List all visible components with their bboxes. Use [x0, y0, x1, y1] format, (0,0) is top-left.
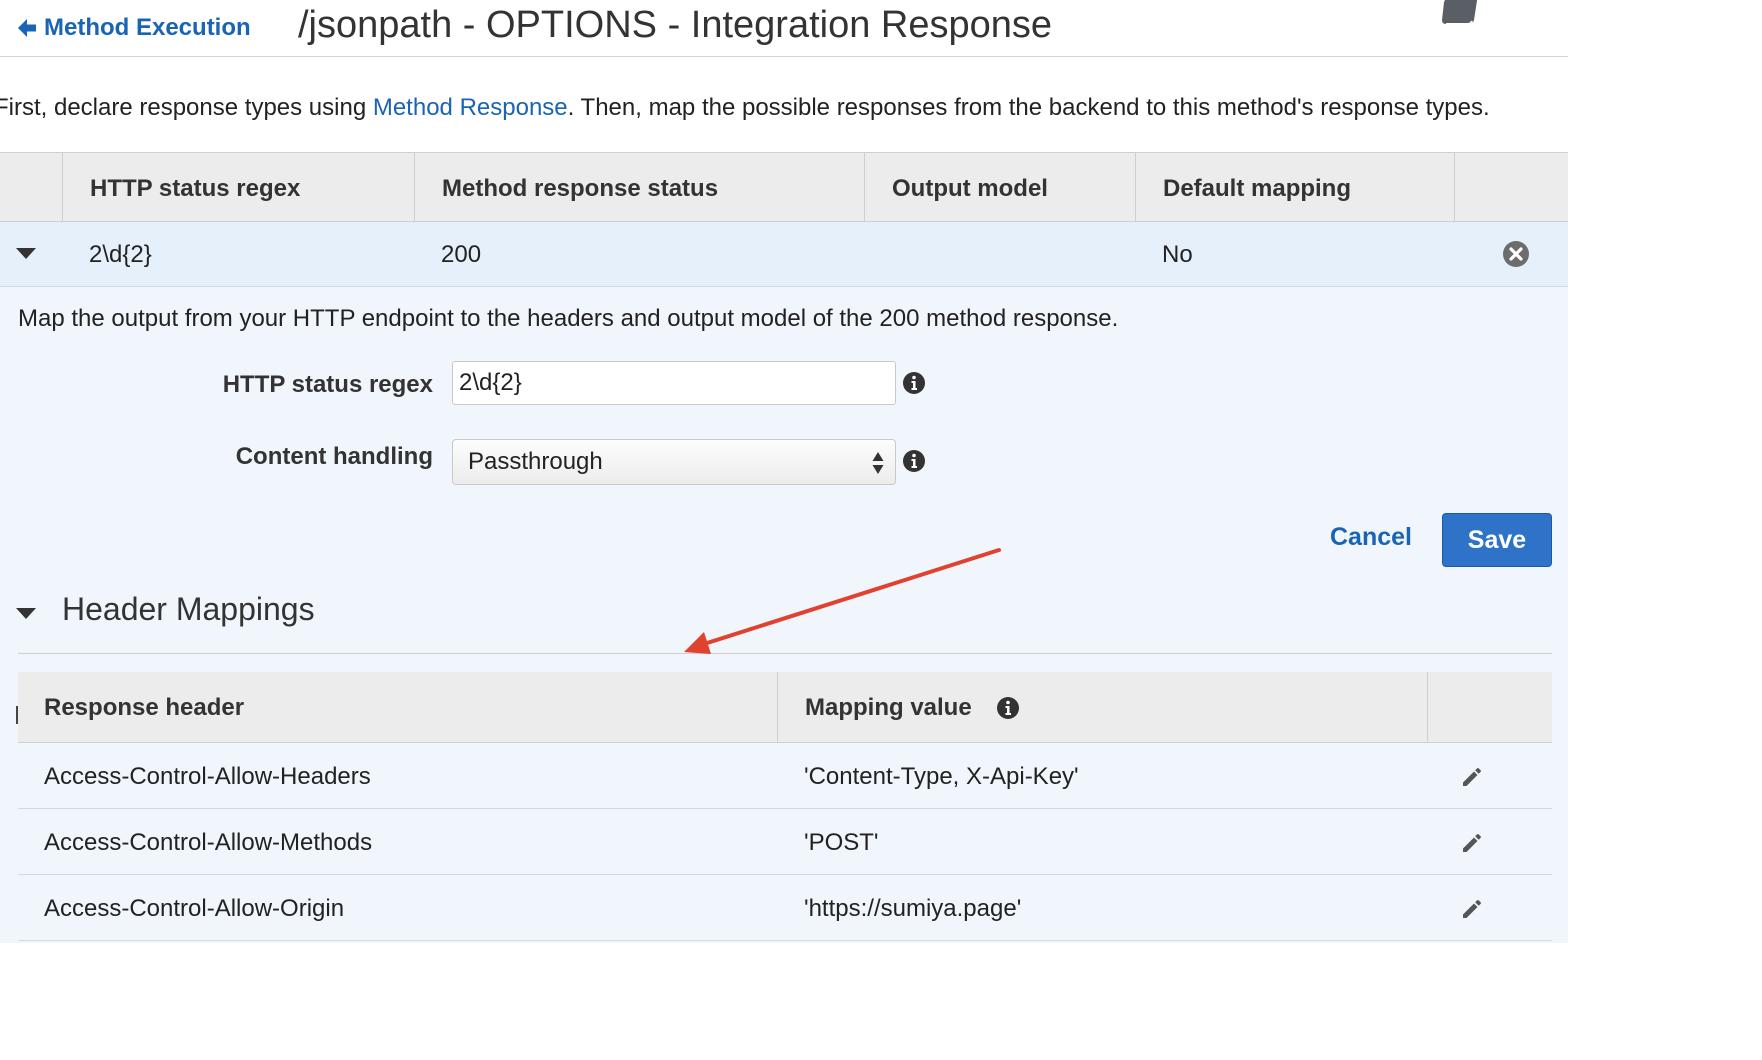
- response-header-cell: Access-Control-Allow-Methods: [44, 829, 373, 856]
- regex-field-label: HTTP status regex: [222, 371, 433, 398]
- pencil-icon[interactable]: [1460, 897, 1484, 921]
- header-mappings-table-header: Response header Mapping value: [18, 672, 1552, 743]
- section-divider: [18, 653, 1552, 654]
- row-output-model: [864, 222, 891, 286]
- header-mappings-caret-icon[interactable]: [16, 608, 36, 619]
- column-header: Output model: [864, 153, 1135, 221]
- actions-column-header: [1454, 153, 1568, 221]
- panel-description: Map the output from your HTTP endpoint t…: [18, 305, 1119, 332]
- row-method-status: 200: [441, 241, 482, 268]
- pencil-icon[interactable]: [1460, 831, 1484, 855]
- column-header: Response header: [44, 694, 245, 721]
- intro-text: First, declare response types using Meth…: [0, 94, 1490, 122]
- table-row: Access-Control-Allow-Origin 'https://sum…: [18, 875, 1552, 941]
- save-button[interactable]: Save: [1442, 513, 1552, 567]
- method-execution-back-link[interactable]: Method Execution: [16, 14, 251, 42]
- column-header: Mapping value: [805, 694, 972, 721]
- page-title: /jsonpath - OPTIONS - Integration Respon…: [298, 4, 1053, 46]
- pencil-icon[interactable]: [1460, 765, 1484, 789]
- integration-response-page: Method Execution /jsonpath - OPTIONS - I…: [0, 0, 1568, 943]
- responses-table-header: HTTP status regex Method response status…: [0, 152, 1568, 222]
- content-handling-select[interactable]: Passthrough: [452, 439, 896, 485]
- integration-response-panel: Map the output from your HTTP endpoint t…: [0, 287, 1568, 943]
- method-response-link[interactable]: Method Response: [373, 94, 568, 121]
- header-mappings-title[interactable]: Header Mappings: [62, 591, 315, 628]
- remove-response-icon[interactable]: [1502, 240, 1530, 268]
- arrow-left-icon: [18, 19, 36, 37]
- column-header: Default mapping: [1135, 153, 1454, 221]
- expand-column-header: [0, 153, 62, 221]
- content-handling-value: Passthrough: [468, 448, 603, 475]
- info-icon[interactable]: [902, 371, 926, 395]
- book-icon[interactable]: [1438, 0, 1482, 30]
- table-row: Access-Control-Allow-Methods 'POST': [18, 809, 1552, 875]
- intro-after: . Then, map the possible responses from …: [567, 94, 1490, 121]
- info-icon[interactable]: [902, 449, 926, 473]
- mapping-value-cell: 'Content-Type, X-Api-Key': [804, 763, 1079, 790]
- back-link-label: Method Execution: [44, 14, 251, 41]
- table-row: Access-Control-Allow-Headers 'Content-Ty…: [18, 743, 1552, 809]
- response-header-cell: Access-Control-Allow-Headers: [44, 763, 371, 790]
- column-header: HTTP status regex: [62, 153, 414, 221]
- collapse-row-caret-icon[interactable]: [16, 248, 36, 259]
- response-row[interactable]: 2\d{2} 200 No: [0, 222, 1568, 287]
- row-default-mapping: No: [1162, 241, 1193, 268]
- http-status-regex-input[interactable]: [452, 361, 896, 405]
- cancel-button[interactable]: Cancel: [1330, 523, 1412, 552]
- top-bar: Method Execution /jsonpath - OPTIONS - I…: [0, 0, 1568, 57]
- response-header-cell: Access-Control-Allow-Origin: [44, 895, 345, 922]
- actions-column-header: [1427, 672, 1552, 742]
- mapping-value-cell: 'https://sumiya.page': [804, 895, 1022, 922]
- mapping-value-cell: 'POST': [804, 829, 879, 856]
- row-regex: 2\d{2}: [89, 241, 152, 268]
- select-arrows-icon: [872, 452, 884, 474]
- intro-before: First, declare response types using: [0, 94, 373, 121]
- column-header: Method response status: [414, 153, 864, 221]
- row-marker: [16, 706, 18, 724]
- mapping-value-column-header: Mapping value: [777, 672, 1427, 742]
- content-handling-label: Content handling: [235, 443, 433, 470]
- info-icon[interactable]: [996, 696, 1020, 720]
